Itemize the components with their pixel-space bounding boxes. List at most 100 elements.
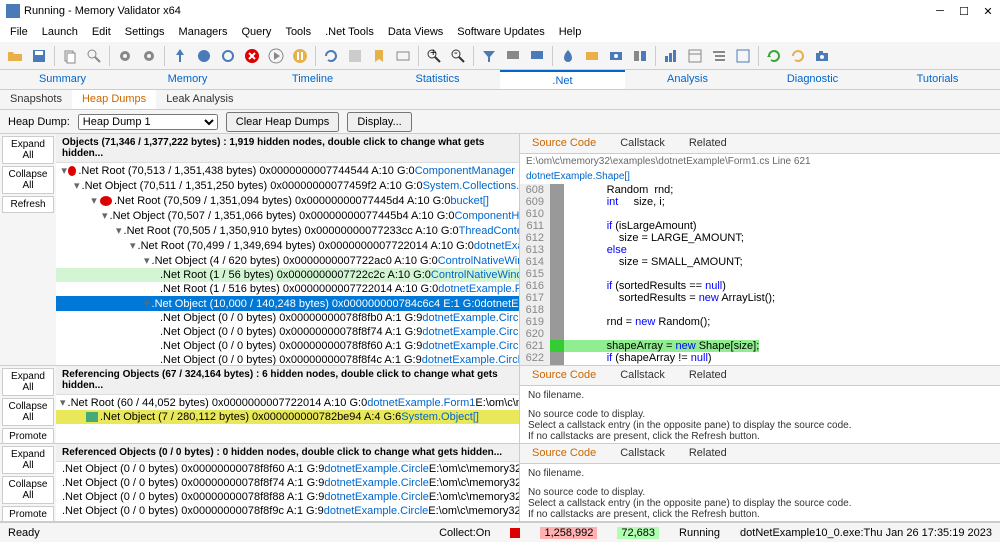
menu--net-tools[interactable]: .Net Tools (319, 24, 380, 40)
source-line[interactable]: 609 int size, i; (520, 196, 1000, 208)
source-tab-source-code[interactable]: Source Code (520, 366, 608, 385)
display-button[interactable]: Display... (347, 112, 411, 132)
expand-all-button[interactable]: Expand All (2, 136, 54, 164)
sub-tab-leak-analysis[interactable]: Leak Analysis (156, 90, 243, 109)
tree-row[interactable]: ▾.Net Object (70,507 / 1,351,066 bytes) … (56, 208, 519, 223)
menu-tools[interactable]: Tools (279, 24, 317, 40)
heap-dump-select[interactable]: Heap Dump 1 (78, 114, 218, 130)
expand-all-button-3[interactable]: Expand All (2, 446, 54, 474)
tree-row[interactable]: .Net Root (1 / 56 bytes) 0x0000000007722… (56, 268, 519, 282)
chart-icon[interactable] (660, 45, 682, 67)
tree-row[interactable]: .Net Object (0 / 0 bytes) 0x00000000078f… (56, 476, 519, 490)
display2-icon[interactable] (526, 45, 548, 67)
clear-heap-dumps-button[interactable]: Clear Heap Dumps (226, 112, 340, 132)
source-line[interactable]: 620 (520, 328, 1000, 340)
refresh-button[interactable]: Refresh (2, 196, 54, 213)
source-tab-callstack[interactable]: Callstack (608, 134, 677, 153)
tree-row[interactable]: ▾.Net Root (70,513 / 1,351,438 bytes) 0x… (56, 163, 519, 178)
source-line[interactable]: 615 (520, 268, 1000, 280)
play-icon[interactable] (265, 45, 287, 67)
menu-settings[interactable]: Settings (119, 24, 171, 40)
tree-row[interactable]: ▾.Net Object (70,511 / 1,351,250 bytes) … (56, 178, 519, 193)
camera-icon[interactable] (811, 45, 833, 67)
gear2-icon[interactable] (138, 45, 160, 67)
source-tab-callstack[interactable]: Callstack (608, 366, 677, 385)
menu-query[interactable]: Query (235, 24, 277, 40)
expand-all-button-2[interactable]: Expand All (2, 368, 54, 396)
source-line[interactable]: 622 if (shapeArray != null) (520, 352, 1000, 364)
source-tab-source-code[interactable]: Source Code (520, 134, 608, 153)
close-button[interactable]: ✕ (982, 5, 994, 17)
main-tab-memory[interactable]: Memory (125, 70, 250, 89)
save-icon[interactable] (28, 45, 50, 67)
source-line[interactable]: 617 sortedResults = new ArrayList(); (520, 292, 1000, 304)
snapshot-icon[interactable] (605, 45, 627, 67)
source-line[interactable]: 619 rnd = new Random(); (520, 316, 1000, 328)
tree-row[interactable]: .Net Root (1 / 516 bytes) 0x000000000772… (56, 282, 519, 296)
tree-row[interactable]: .Net Object (7 / 280,112 bytes) 0x000000… (56, 410, 519, 424)
tree-row[interactable]: ▾.Net Root (70,509 / 1,351,094 bytes) 0x… (56, 193, 519, 208)
source-tab-related[interactable]: Related (677, 444, 739, 463)
refresh-icon[interactable] (320, 45, 342, 67)
main-tab-analysis[interactable]: Analysis (625, 70, 750, 89)
collapse-icon[interactable] (344, 45, 366, 67)
main-tab-diagnostic[interactable]: Diagnostic (750, 70, 875, 89)
recycle2-icon[interactable] (787, 45, 809, 67)
source-line[interactable]: 614 size = SMALL_AMOUNT; (520, 256, 1000, 268)
collapse-all-button-2[interactable]: Collapse All (2, 398, 54, 426)
main-tab-summary[interactable]: Summary (0, 70, 125, 89)
tree-row[interactable]: .Net Object (0 / 0 bytes) 0x00000000078f… (56, 339, 519, 353)
tree-row[interactable]: .Net Object (0 / 0 bytes) 0x00000000078f… (56, 490, 519, 504)
wait-icon[interactable] (217, 45, 239, 67)
copy-icon[interactable] (59, 45, 81, 67)
tree-row[interactable]: ▾.Net Object (4 / 620 bytes) 0x000000000… (56, 253, 519, 268)
objects-header[interactable]: Objects (71,346 / 1,377,222 bytes) : 1,9… (56, 134, 519, 163)
main-tab-statistics[interactable]: Statistics (375, 70, 500, 89)
menu-software-updates[interactable]: Software Updates (451, 24, 550, 40)
tree-row[interactable]: .Net Object (0 / 0 bytes) 0x00000000078f… (56, 462, 519, 476)
source-line[interactable]: 618 (520, 304, 1000, 316)
launch-icon[interactable] (169, 45, 191, 67)
inject-icon[interactable] (193, 45, 215, 67)
tree-row[interactable]: ▾.Net Object (10,000 / 140,248 bytes) 0x… (56, 296, 519, 311)
filter-icon[interactable] (478, 45, 500, 67)
leak-icon[interactable] (557, 45, 579, 67)
main-tab-timeline[interactable]: Timeline (250, 70, 375, 89)
tree-row[interactable]: .Net Object (0 / 0 bytes) 0x00000000078f… (56, 504, 519, 518)
source-line[interactable]: 610 (520, 208, 1000, 220)
compare-icon[interactable] (629, 45, 651, 67)
source-line[interactable]: 608 Random rnd; (520, 184, 1000, 196)
zoom-out-icon[interactable]: - (447, 45, 469, 67)
source-line[interactable]: 612 size = LARGE_AMOUNT; (520, 232, 1000, 244)
tree-icon[interactable] (708, 45, 730, 67)
promote-button-2[interactable]: Promote (2, 506, 54, 522)
source-tab-related[interactable]: Related (677, 366, 739, 385)
source-line[interactable]: 611 if (isLargeAmount) (520, 220, 1000, 232)
source-tab-source-code[interactable]: Source Code (520, 444, 608, 463)
maximize-button[interactable]: ☐ (958, 5, 970, 17)
bookmark-icon[interactable] (368, 45, 390, 67)
source-line[interactable]: 621 shapeArray = new Shape[size]; (520, 340, 1000, 352)
main-tab-net[interactable]: .Net (500, 70, 625, 89)
display-icon[interactable] (502, 45, 524, 67)
menu-file[interactable]: File (4, 24, 34, 40)
tree-row[interactable]: .Net Object (0 / 0 bytes) 0x00000000078f… (56, 353, 519, 365)
referencing-header[interactable]: Referencing Objects (67 / 324,164 bytes)… (56, 366, 519, 395)
collapse-all-button-3[interactable]: Collapse All (2, 476, 54, 504)
stop-icon[interactable] (241, 45, 263, 67)
find-icon[interactable] (83, 45, 105, 67)
zoom-in-icon[interactable]: + (423, 45, 445, 67)
source-tab-callstack[interactable]: Callstack (608, 444, 677, 463)
module-icon[interactable] (581, 45, 603, 67)
source-tab-related[interactable]: Related (677, 134, 739, 153)
menu-edit[interactable]: Edit (86, 24, 117, 40)
collapse-all-button[interactable]: Collapse All (2, 166, 54, 194)
source-line[interactable]: 613 else (520, 244, 1000, 256)
gear-icon[interactable] (114, 45, 136, 67)
main-tab-tutorials[interactable]: Tutorials (875, 70, 1000, 89)
tree-row[interactable]: ▾.Net Root (60 / 44,052 bytes) 0x0000000… (56, 395, 519, 410)
sub-tab-snapshots[interactable]: Snapshots (0, 90, 72, 109)
tree-row[interactable]: .Net Object (0 / 0 bytes) 0x00000000078f… (56, 311, 519, 325)
menu-help[interactable]: Help (553, 24, 588, 40)
recycle-icon[interactable] (763, 45, 785, 67)
